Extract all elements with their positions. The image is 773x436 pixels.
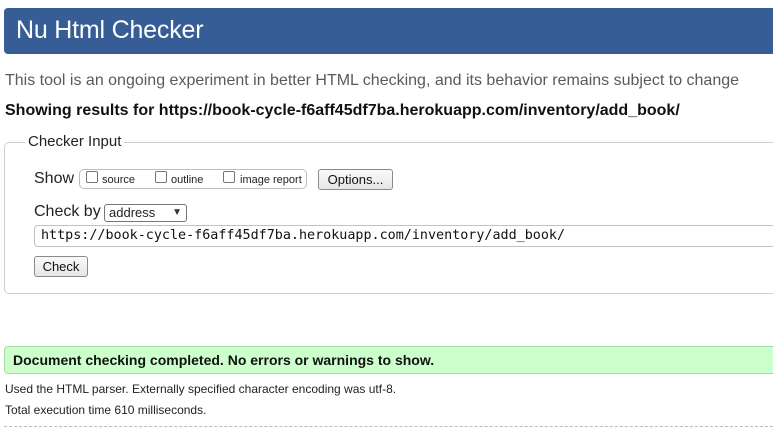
app-title: Nu Html Checker bbox=[16, 16, 204, 44]
divider bbox=[4, 426, 773, 427]
outline-checkbox[interactable] bbox=[155, 171, 167, 183]
options-button[interactable]: Options... bbox=[318, 169, 393, 190]
image-report-checkbox[interactable] bbox=[223, 171, 235, 183]
intro-text: This tool is an ongoing experiment in be… bbox=[5, 72, 740, 89]
source-checkbox[interactable] bbox=[86, 171, 98, 183]
outline-checkbox-label[interactable]: outline bbox=[171, 174, 203, 186]
success-message: Document checking completed. No errors o… bbox=[4, 346, 773, 374]
check-by-label: Check by bbox=[34, 203, 101, 220]
check-by-selected-value: address bbox=[109, 205, 156, 220]
show-label: Show bbox=[34, 170, 75, 187]
check-by-select[interactable]: address ▼ bbox=[104, 204, 187, 222]
check-button[interactable]: Check bbox=[34, 256, 88, 277]
showing-results-heading: Showing results for https://book-cycle-f… bbox=[5, 102, 680, 119]
execution-time: Total execution time 610 milliseconds. bbox=[5, 403, 207, 417]
image-report-checkbox-label[interactable]: image report bbox=[240, 174, 302, 186]
chevron-down-icon: ▼ bbox=[172, 207, 182, 218]
url-input[interactable]: https://book-cycle-f6aff45df7ba.herokuap… bbox=[34, 225, 773, 247]
app-header: Nu Html Checker bbox=[4, 8, 773, 54]
source-checkbox-label[interactable]: source bbox=[102, 174, 135, 186]
checker-input-legend: Checker Input bbox=[25, 133, 125, 150]
parser-note: Used the HTML parser. Externally specifi… bbox=[5, 382, 397, 396]
